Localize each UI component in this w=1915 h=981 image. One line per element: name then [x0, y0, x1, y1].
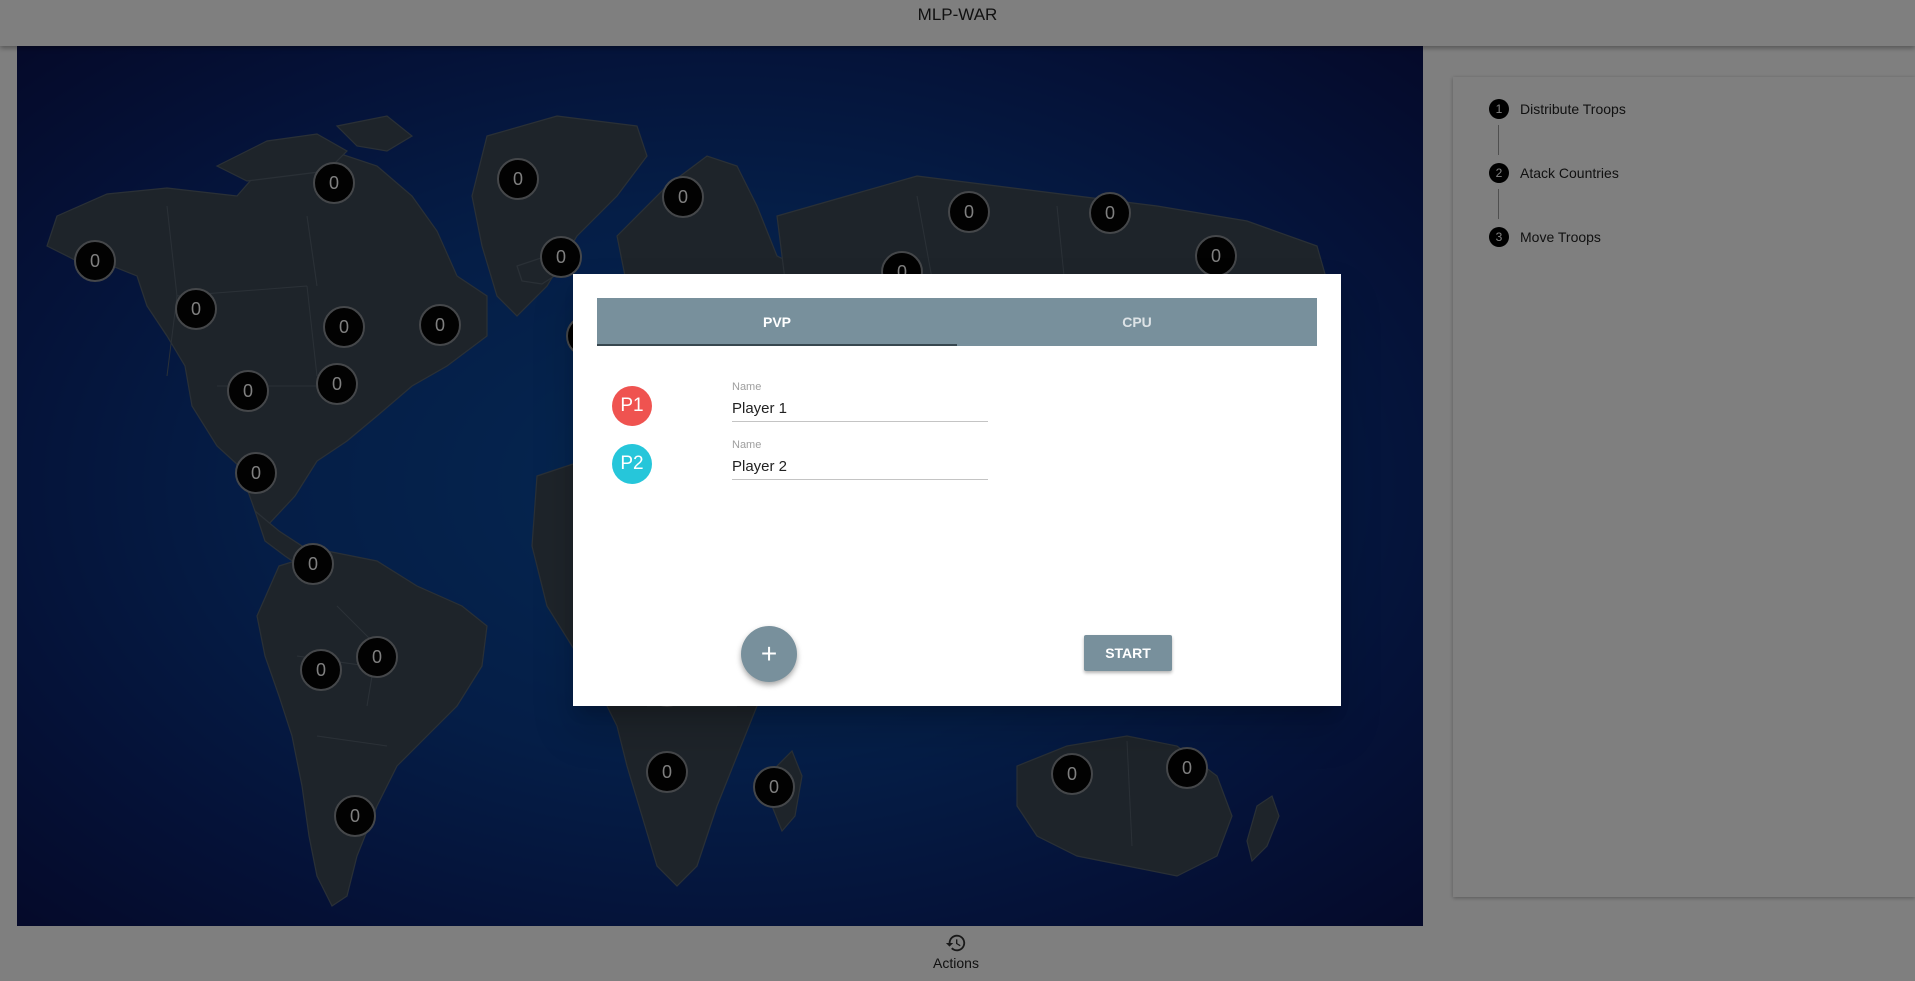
- name-field-label: Name: [732, 439, 762, 451]
- player-2-name-input[interactable]: [732, 454, 988, 480]
- name-field-label: Name: [732, 381, 762, 393]
- player-2-name-field: Name: [732, 439, 988, 489]
- player-1-avatar: P1: [612, 386, 652, 426]
- player-row-2: P2 Name: [612, 439, 1012, 489]
- tab-pvp[interactable]: PVP: [597, 298, 957, 346]
- tab-cpu[interactable]: CPU: [957, 298, 1317, 346]
- start-button[interactable]: START: [1084, 635, 1172, 671]
- player-1-name-input[interactable]: [732, 396, 988, 422]
- player-2-avatar: P2: [612, 444, 652, 484]
- player-1-name-field: Name: [732, 381, 988, 431]
- game-mode-tabs: PVP CPU: [597, 298, 1317, 346]
- add-player-button[interactable]: +: [741, 626, 797, 682]
- new-game-dialog: PVP CPU P1 Name P2 Name + START: [573, 274, 1341, 706]
- player-row-1: P1 Name: [612, 381, 1012, 431]
- plus-icon: +: [760, 638, 778, 669]
